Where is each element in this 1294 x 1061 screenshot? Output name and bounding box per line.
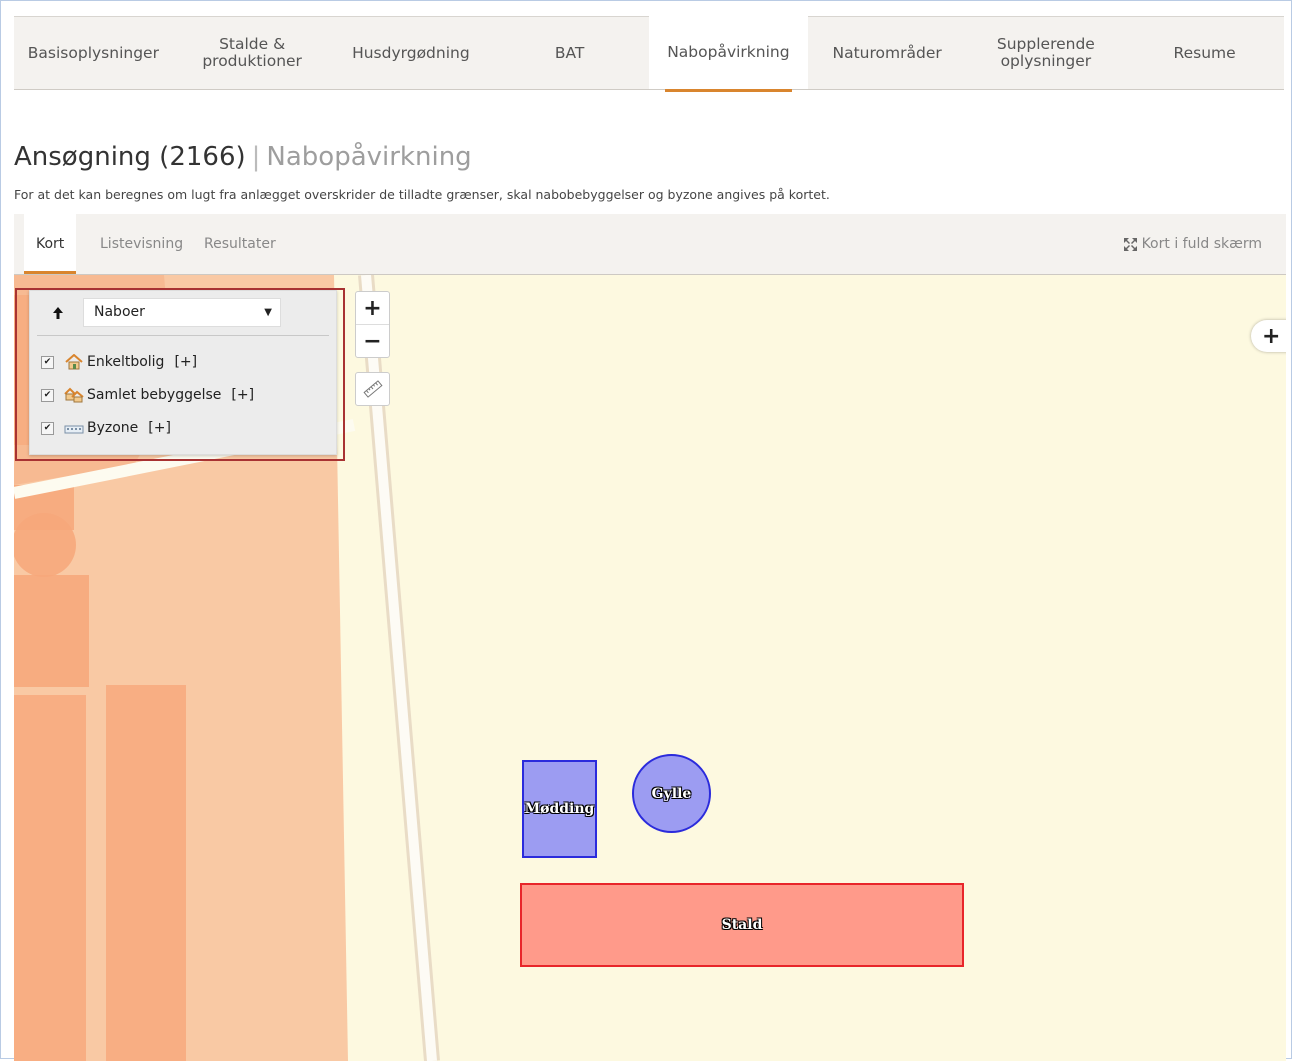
map-feature-stald[interactable]: Stald — [520, 883, 964, 967]
fullscreen-map-button[interactable]: Kort i fuld skærm — [1123, 214, 1262, 274]
sub-navigation: Kort Listevisning Resultater Kort i fuld… — [14, 214, 1286, 275]
map-feature-modding[interactable]: Mødding — [522, 760, 597, 858]
page-title-main: Ansøgning (2166) — [14, 142, 246, 172]
map-feature-gylle[interactable]: Gylle — [632, 754, 711, 833]
map-building — [14, 695, 86, 1061]
fullscreen-label: Kort i fuld skærm — [1141, 236, 1262, 252]
tab-supplerende-oplysninger[interactable]: Supplerende oplysninger — [967, 17, 1126, 89]
page-title-section: Nabopåvirkning — [266, 142, 472, 172]
side-panel-expand-button[interactable]: + — [1251, 320, 1286, 352]
zoom-in-button[interactable]: + — [356, 292, 389, 324]
measure-ruler-button[interactable] — [355, 372, 390, 406]
highlight-box — [15, 288, 345, 461]
map-building — [14, 575, 89, 687]
map-building — [14, 513, 76, 577]
ruler-icon — [362, 380, 383, 398]
page-intro-text: For at det kan beregnes om lugt fra anlæ… — [14, 187, 830, 202]
zoom-control: + − — [355, 291, 390, 358]
zoom-out-button[interactable]: − — [356, 324, 389, 357]
expand-icon — [1123, 237, 1137, 251]
top-navigation: Basisoplysninger Stalde & produktioner H… — [14, 16, 1284, 92]
tab-stalde-produktioner[interactable]: Stalde & produktioner — [173, 17, 332, 89]
tab-husdyrgodning[interactable]: Husdyrgødning — [332, 17, 491, 89]
page-title: Ansøgning (2166) | Nabopåvirkning — [14, 142, 472, 172]
tab-bat[interactable]: BAT — [490, 17, 649, 89]
tab-resume[interactable]: Resume — [1125, 17, 1284, 89]
tab-naturomrader[interactable]: Naturområder — [808, 17, 967, 89]
subtab-resultater[interactable]: Resultater — [204, 214, 276, 274]
subtab-listevisning[interactable]: Listevisning — [100, 214, 183, 274]
subtab-kort[interactable]: Kort — [24, 214, 77, 274]
title-separator: | — [251, 142, 261, 172]
tab-basisoplysninger[interactable]: Basisoplysninger — [14, 17, 173, 89]
map-building — [106, 685, 186, 1061]
tab-nabopavirkning[interactable]: Nabopåvirkning — [649, 16, 808, 92]
